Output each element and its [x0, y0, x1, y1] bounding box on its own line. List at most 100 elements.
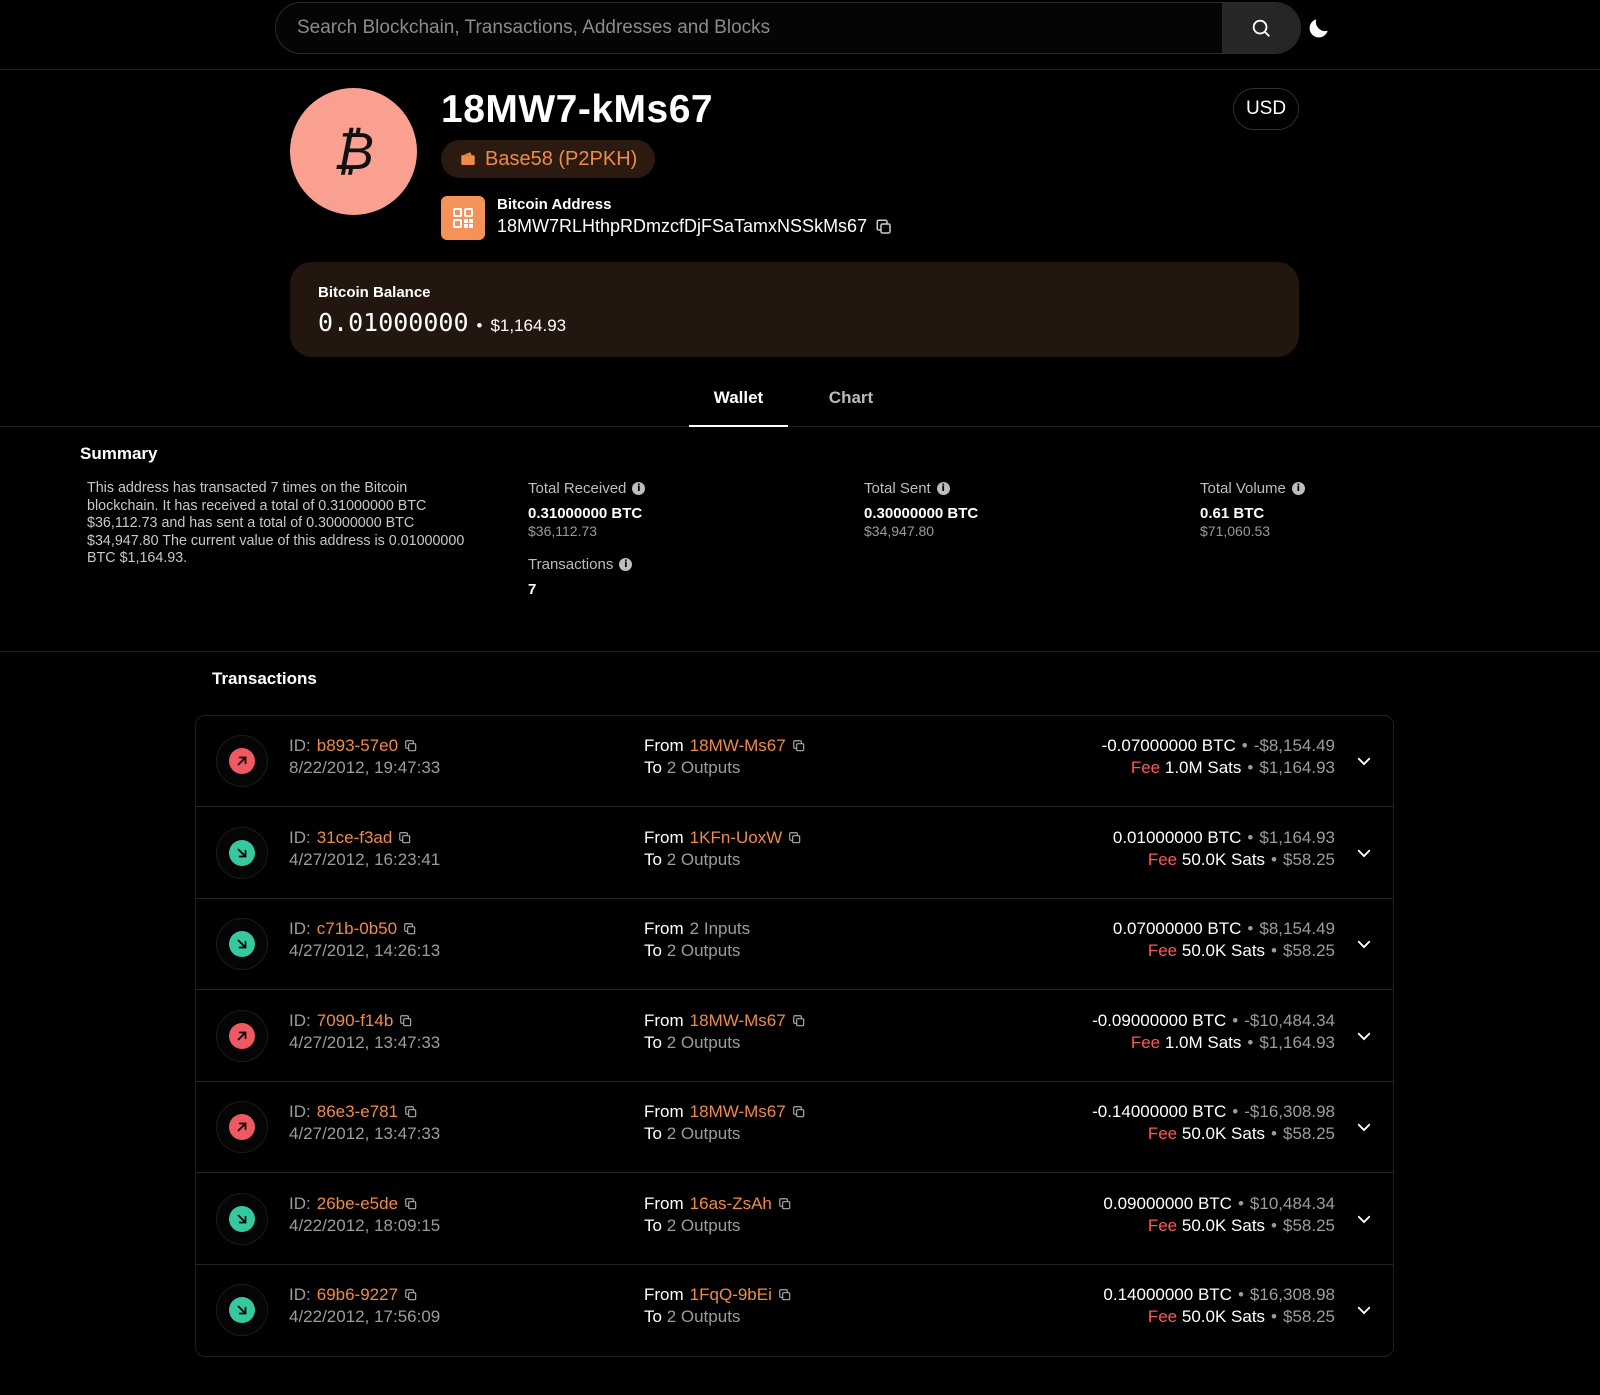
fee-usd: $1,164.93	[1259, 1032, 1335, 1052]
sent-icon	[229, 1114, 255, 1140]
copy-address-button[interactable]	[875, 218, 893, 236]
currency-toggle[interactable]: USD	[1233, 88, 1299, 130]
wallet-icon	[461, 152, 475, 165]
address-label: Bitcoin Address	[497, 196, 612, 213]
info-icon[interactable]: i	[1291, 482, 1305, 495]
address-text[interactable]: 18MW7RLHthpRDmzcfDjFSaTamxNSSkMs67	[497, 216, 867, 237]
tx-id-prefix: ID:	[289, 736, 311, 755]
fee-label: Fee	[1147, 1307, 1178, 1326]
qr-code-button[interactable]	[441, 196, 485, 240]
address-title: 18MW7-kMs67	[441, 88, 714, 131]
fee-label: Fee	[1130, 1032, 1161, 1052]
tx-id-link[interactable]: b893-57e0	[317, 736, 398, 756]
tx-id-link[interactable]: 69b6-9227	[317, 1285, 398, 1305]
transaction-row[interactable]: ID: 86e3-e781 4/27/2012, 13:47:33 From 1…	[196, 1082, 1393, 1173]
expand-button[interactable]	[1353, 1116, 1375, 1138]
from-value[interactable]: 18MW-Ms67	[690, 736, 786, 756]
copy-tx-id-button[interactable]	[404, 1197, 418, 1211]
to-value[interactable]: 2 Outputs	[667, 1307, 741, 1326]
copy-icon	[405, 740, 417, 752]
to-value[interactable]: 2 Outputs	[667, 1033, 741, 1052]
from-value[interactable]: 18MW-Ms67	[690, 1011, 786, 1031]
tab-wallet[interactable]: Wallet	[689, 388, 788, 427]
theme-toggle[interactable]	[1302, 11, 1336, 45]
to-label: To	[644, 1215, 662, 1235]
copy-tx-id-button[interactable]	[404, 1105, 418, 1119]
fee-usd: $1,164.93	[1259, 758, 1335, 777]
expand-button[interactable]	[1353, 1025, 1375, 1047]
amount-usd: $10,484.34	[1249, 1193, 1335, 1213]
expand-button[interactable]	[1353, 842, 1375, 864]
tx-date: 4/22/2012, 18:09:15	[289, 1215, 441, 1235]
copy-from-button[interactable]	[788, 831, 802, 845]
fee-separator: •	[1271, 849, 1277, 869]
info-icon[interactable]: i	[936, 482, 950, 495]
copy-tx-id-button[interactable]	[403, 922, 417, 936]
transaction-row[interactable]: ID: 26be-e5de 4/22/2012, 18:09:15 From 1…	[196, 1174, 1393, 1265]
search-icon	[1252, 19, 1270, 37]
from-label: From	[644, 1285, 684, 1304]
from-value[interactable]: 1FqQ-9bEi	[690, 1285, 772, 1305]
stat-value: 7	[528, 581, 537, 598]
amount-btc: 0.09000000 BTC	[1103, 1193, 1232, 1213]
moon-icon	[1309, 19, 1328, 38]
from-value[interactable]: 1KFn-UoxW	[690, 828, 783, 848]
copy-tx-id-button[interactable]	[404, 739, 418, 753]
info-icon[interactable]: i	[619, 558, 633, 571]
copy-tx-id-button[interactable]	[404, 1288, 418, 1302]
stat-usd: $36,112.73	[528, 523, 598, 539]
search-input[interactable]	[276, 3, 1222, 53]
tab-chart[interactable]: Chart	[818, 388, 884, 408]
copy-tx-id-button[interactable]	[399, 1014, 413, 1028]
tx-id-link[interactable]: 26be-e5de	[317, 1194, 398, 1214]
top-bar	[0, 0, 1600, 70]
tx-id-link[interactable]: 7090-f14b	[317, 1011, 394, 1031]
tx-date: 4/27/2012, 14:26:13	[289, 941, 441, 960]
from-label: From	[644, 1102, 684, 1121]
info-icon[interactable]: i	[632, 482, 646, 495]
qr-code-icon	[453, 208, 473, 228]
expand-button[interactable]	[1353, 1208, 1375, 1230]
stat-total-volume: Total Volume i 0.61 BTC $71,060.53	[1200, 480, 1305, 539]
sent-icon	[229, 748, 255, 774]
to-value[interactable]: 2 Outputs	[667, 1124, 741, 1143]
fee-label: Fee	[1130, 758, 1161, 777]
expand-button[interactable]	[1353, 750, 1375, 772]
copy-icon	[779, 1289, 791, 1301]
amount-usd: -$10,484.34	[1244, 1010, 1335, 1030]
transaction-row[interactable]: ID: 69b6-9227 4/22/2012, 17:56:09 From 1…	[196, 1265, 1393, 1356]
amount-usd: $8,154.49	[1259, 919, 1335, 938]
transaction-row[interactable]: ID: c71b-0b50 4/27/2012, 14:26:13 From 2…	[196, 899, 1393, 990]
transaction-row[interactable]: ID: b893-57e0 8/22/2012, 19:47:33 From 1…	[196, 716, 1393, 807]
copy-from-button[interactable]	[792, 1105, 806, 1119]
to-value[interactable]: 2 Outputs	[667, 758, 741, 777]
from-value[interactable]: 2 Inputs	[690, 919, 751, 939]
copy-from-button[interactable]	[778, 1288, 792, 1302]
copy-icon	[792, 740, 804, 752]
from-value[interactable]: 18MW-Ms67	[690, 1102, 786, 1122]
fee-separator: •	[1271, 1215, 1277, 1235]
fee-usd: $58.25	[1283, 1124, 1335, 1143]
to-value[interactable]: 2 Outputs	[667, 1216, 741, 1235]
fee-separator: •	[1271, 1124, 1277, 1143]
tx-id-link[interactable]: 86e3-e781	[317, 1102, 398, 1122]
stat-total-received: Total Received i 0.31000000 BTC $36,112.7…	[528, 480, 646, 539]
copy-from-button[interactable]	[778, 1197, 792, 1211]
to-value[interactable]: 2 Outputs	[667, 941, 741, 960]
address-full: 18MW7RLHthpRDmzcfDjFSaTamxNSSkMs67	[497, 216, 893, 237]
fee-usd: $58.25	[1283, 849, 1335, 869]
copy-tx-id-button[interactable]	[398, 831, 412, 845]
transaction-row[interactable]: ID: 31ce-f3ad 4/27/2012, 16:23:41 From 1…	[196, 808, 1393, 899]
to-value[interactable]: 2 Outputs	[667, 850, 741, 869]
expand-button[interactable]	[1353, 1299, 1375, 1321]
transaction-row[interactable]: ID: 7090-f14b 4/27/2012, 13:47:33 From 1…	[196, 991, 1393, 1082]
copy-from-button[interactable]	[792, 1014, 806, 1028]
expand-button[interactable]	[1353, 933, 1375, 955]
from-value[interactable]: 16as-ZsAh	[690, 1194, 772, 1214]
tx-id-link[interactable]: c71b-0b50	[317, 919, 397, 939]
search-button[interactable]	[1222, 3, 1300, 53]
copy-from-button[interactable]	[792, 739, 806, 753]
amount-btc: -0.07000000 BTC	[1101, 736, 1236, 755]
tx-id-link[interactable]: 31ce-f3ad	[317, 828, 393, 848]
received-icon	[229, 931, 255, 957]
